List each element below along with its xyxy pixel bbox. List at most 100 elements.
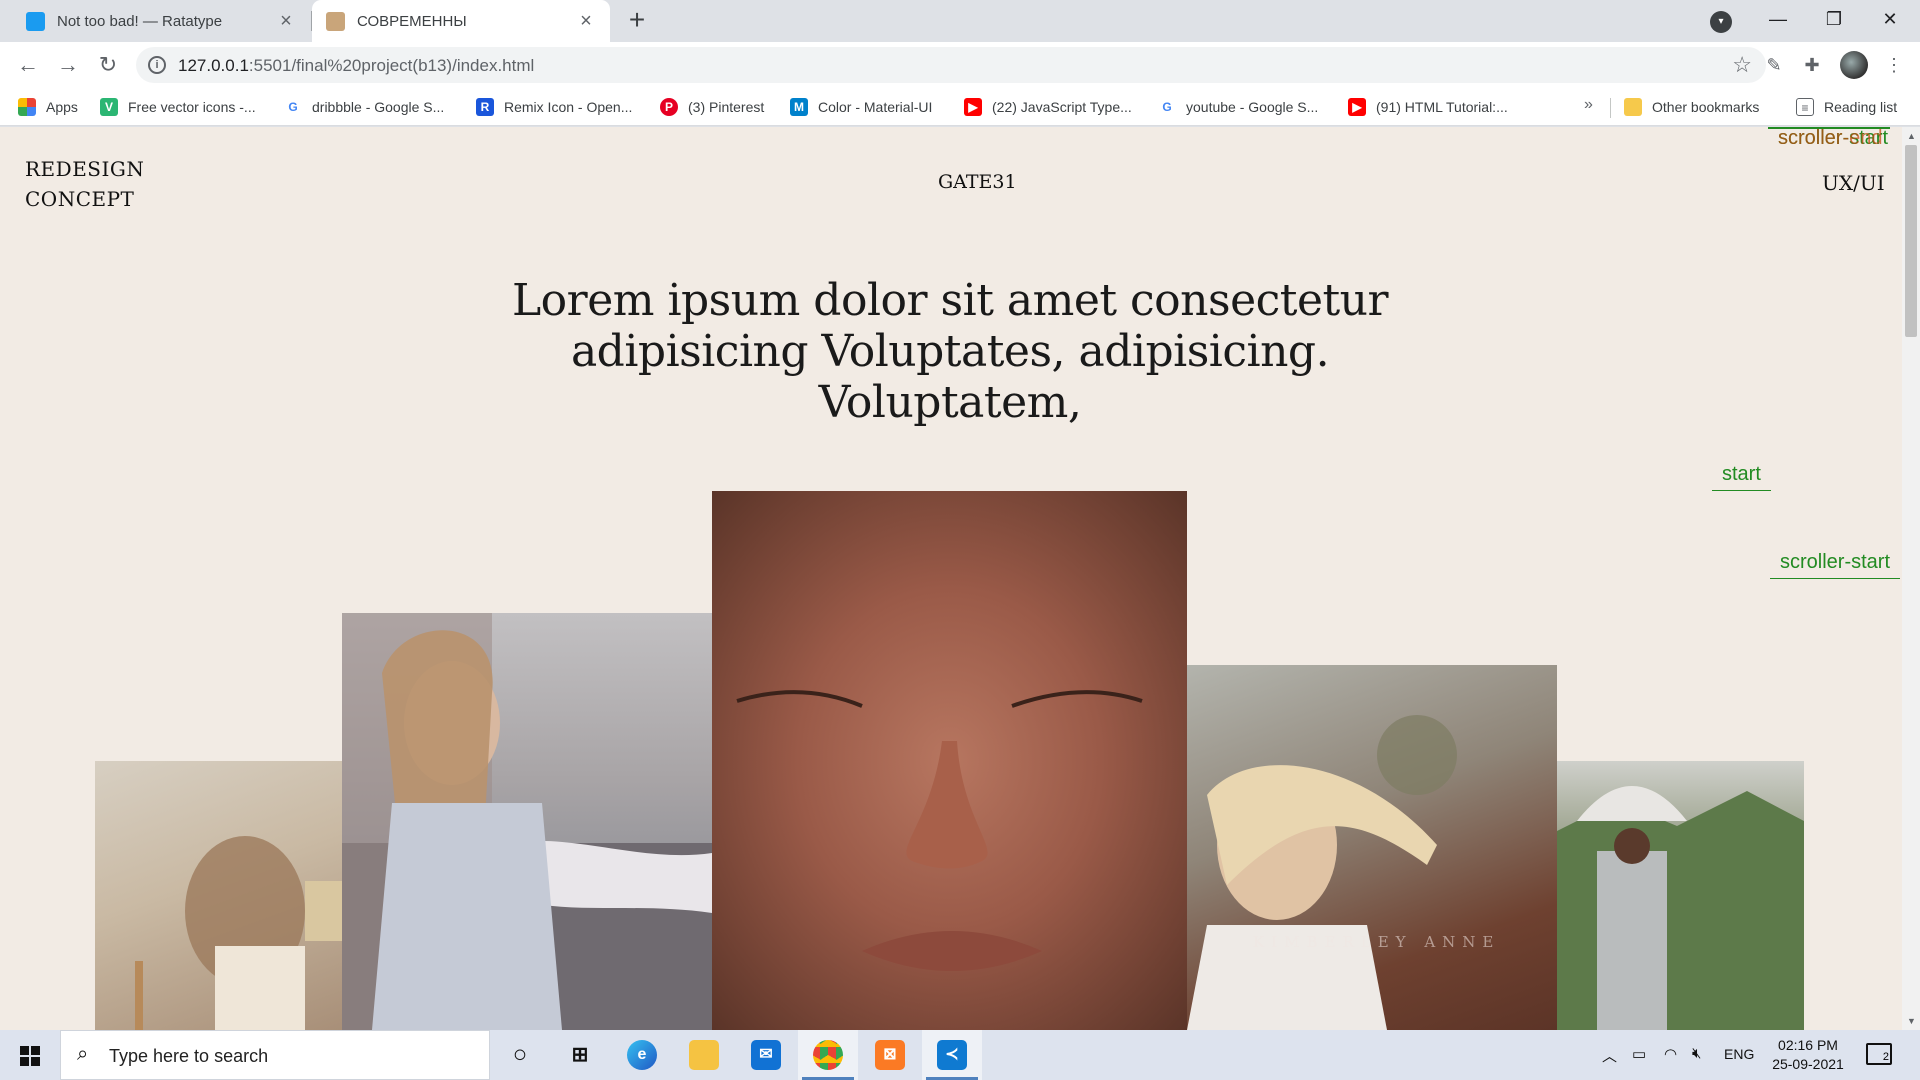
taskbar-file-explorer[interactable] [674, 1030, 734, 1080]
taskbar-edge[interactable]: e [612, 1030, 672, 1080]
profile-avatar[interactable] [1840, 51, 1868, 79]
bookmark-label: dribbble - Google S... [312, 99, 445, 115]
google-icon: G [284, 98, 302, 116]
bookmark-apps[interactable]: Apps [18, 95, 78, 119]
taskbar-vscode[interactable]: ≺ [922, 1030, 982, 1080]
tab-title: СОВРЕМЕННЫ [357, 12, 467, 30]
bookmark-dribbble-search[interactable]: G dribbble - Google S... [284, 95, 444, 119]
windows-taskbar: ⌕ Type here to search ○ ⊞ e ✉ ⊠ ≺ ︿ ▭ ◠ … [0, 1030, 1920, 1080]
bookmark-youtube-search[interactable]: G youtube - Google S... [1158, 95, 1318, 119]
bookmark-label: Apps [46, 99, 78, 115]
tab-search-icon[interactable]: ▾ [1710, 11, 1732, 33]
menu-kebab-icon[interactable]: ⋮ [1882, 53, 1906, 77]
photo-illustration [736, 690, 1143, 971]
gallery-photo-beach-woman [342, 613, 712, 1030]
xampp-icon: ⊠ [875, 1040, 905, 1070]
taskbar-search[interactable]: ⌕ Type here to search [60, 1030, 490, 1080]
bookmark-pinterest[interactable]: P (3) Pinterest [660, 95, 764, 119]
tab-active-page[interactable]: СОВРЕМЕННЫ × [312, 0, 610, 42]
search-placeholder[interactable]: Type here to search [109, 1046, 268, 1067]
start-button[interactable] [0, 1030, 60, 1080]
back-icon[interactable]: ← [14, 51, 42, 79]
site-logo[interactable]: GATE31 [938, 171, 1017, 193]
photo-illustration [1557, 786, 1804, 1030]
photo-illustration [135, 836, 342, 1030]
bookmark-label: Color - Material-UI [818, 99, 933, 115]
scroll-up-icon[interactable]: ▲ [1907, 131, 1916, 141]
volume-muted-icon[interactable]: 🔇︎ [1692, 1045, 1701, 1062]
reading-list-icon: ≡ [1796, 98, 1814, 116]
tab-ratatype[interactable]: Not too bad! — Ratatype × [12, 0, 312, 42]
bookmark-label: Other bookmarks [1652, 99, 1760, 115]
more-bookmarks-chevron[interactable]: » [1584, 96, 1593, 114]
ratatype-icon [26, 11, 45, 31]
close-icon[interactable]: × [576, 11, 596, 31]
nav-link-uxui[interactable]: UX/UI [1822, 171, 1885, 195]
gallery-photo-umbrella [1557, 761, 1804, 1030]
language-indicator[interactable]: ENG [1724, 1046, 1754, 1062]
mail-icon: ✉ [751, 1040, 781, 1070]
pinterest-icon: P [660, 98, 678, 116]
extension-pen-icon[interactable]: ✎ [1762, 53, 1786, 77]
edge-icon: e [627, 1040, 657, 1070]
scroll-down-icon[interactable]: ▼ [1907, 1016, 1916, 1026]
chrome-icon [813, 1040, 843, 1070]
other-bookmarks[interactable]: Other bookmarks [1624, 95, 1759, 119]
photo-illustration [342, 613, 712, 1030]
tab-title: Not too bad! — Ratatype [57, 12, 223, 30]
scroller-start-marker: scroller-start [1770, 551, 1901, 579]
bookmark-material-ui[interactable]: M Color - Material-UI [790, 95, 932, 119]
notification-count: 2 [1882, 1051, 1889, 1063]
reading-list[interactable]: ≡ Reading list [1796, 95, 1897, 119]
bookmark-vecteezy[interactable]: V Free vector icons -... [100, 95, 256, 119]
notification-center-icon[interactable]: 2 [1866, 1043, 1892, 1065]
task-view-button[interactable]: ⊞ [550, 1030, 610, 1080]
taskbar-chrome[interactable] [798, 1030, 858, 1080]
bookmark-js-type[interactable]: ▶ (22) JavaScript Type... [964, 95, 1132, 119]
brand-title-line1: REDESIGN [25, 157, 145, 181]
address-bar[interactable]: i 127.0.0.1:5501/final%20project(b13)/in… [136, 47, 1766, 83]
folder-icon [1624, 98, 1642, 116]
bookmark-html-tutorial[interactable]: ▶ (91) HTML Tutorial:... [1348, 95, 1508, 119]
reload-icon[interactable]: ↻ [94, 51, 122, 79]
wifi-icon[interactable]: ◠ [1664, 1045, 1677, 1063]
forward-icon[interactable]: → [54, 51, 82, 79]
page-scrollbar[interactable]: ▲ ▼ [1902, 127, 1920, 1030]
taskbar-mail[interactable]: ✉ [736, 1030, 796, 1080]
bookmarks-bar: Apps V Free vector icons -... G dribbble… [0, 88, 1920, 126]
close-window-button[interactable]: ✕ [1862, 0, 1918, 42]
divider [1610, 98, 1611, 118]
clock-date: 25-09-2021 [1772, 1056, 1844, 1072]
cortana-button[interactable]: ○ [490, 1030, 550, 1080]
new-tab-button[interactable]: + [622, 6, 652, 36]
brand-title-line2: CONCEPT [25, 187, 135, 211]
gallery-photo-windy-hair: KIMBERLEY ANNE [1187, 665, 1557, 1030]
browser-toolbar: ← → ↻ i 127.0.0.1:5501/final%20project(b… [0, 42, 1920, 88]
bookmark-remix-icon[interactable]: R Remix Icon - Open... [476, 95, 632, 119]
url-text[interactable]: 127.0.0.1:5501/final%20project(b13)/inde… [178, 56, 534, 76]
site-info-icon[interactable]: i [148, 56, 166, 74]
close-icon[interactable]: × [276, 11, 296, 31]
scrollbar-thumb[interactable] [1905, 145, 1917, 337]
youtube-icon: ▶ [964, 98, 982, 116]
url-path: :5501/final%20project(b13)/index.html [248, 56, 535, 75]
show-hidden-icons-chevron[interactable]: ︿ [1602, 1045, 1617, 1066]
hero-headline: Lorem ipsum dolor sit amet consectetur a… [511, 275, 1389, 428]
url-host: 127.0.0.1 [178, 56, 249, 75]
task-view-icon: ⊞ [571, 1044, 589, 1066]
system-clock[interactable]: 02:16 PM 25-09-2021 [1762, 1036, 1854, 1074]
bookmark-star-icon[interactable]: ☆ [1732, 52, 1752, 78]
bookmark-label: youtube - Google S... [1186, 99, 1319, 115]
restore-button[interactable]: ❐ [1806, 0, 1862, 42]
bookmark-label: Reading list [1824, 99, 1898, 115]
battery-icon[interactable]: ▭ [1632, 1045, 1646, 1063]
taskbar-xampp[interactable]: ⊠ [860, 1030, 920, 1080]
start-marker: start [1712, 463, 1771, 491]
extensions-puzzle-icon[interactable]: ✚ [1800, 53, 1824, 77]
minimize-button[interactable]: — [1750, 0, 1806, 42]
tab-strip: Not too bad! — Ratatype × СОВРЕМЕННЫ × +… [0, 0, 1920, 42]
clock-time: 02:16 PM [1778, 1037, 1838, 1053]
youtube-icon: ▶ [1348, 98, 1366, 116]
folder-icon [689, 1040, 719, 1070]
windows-logo-icon [20, 1046, 40, 1066]
